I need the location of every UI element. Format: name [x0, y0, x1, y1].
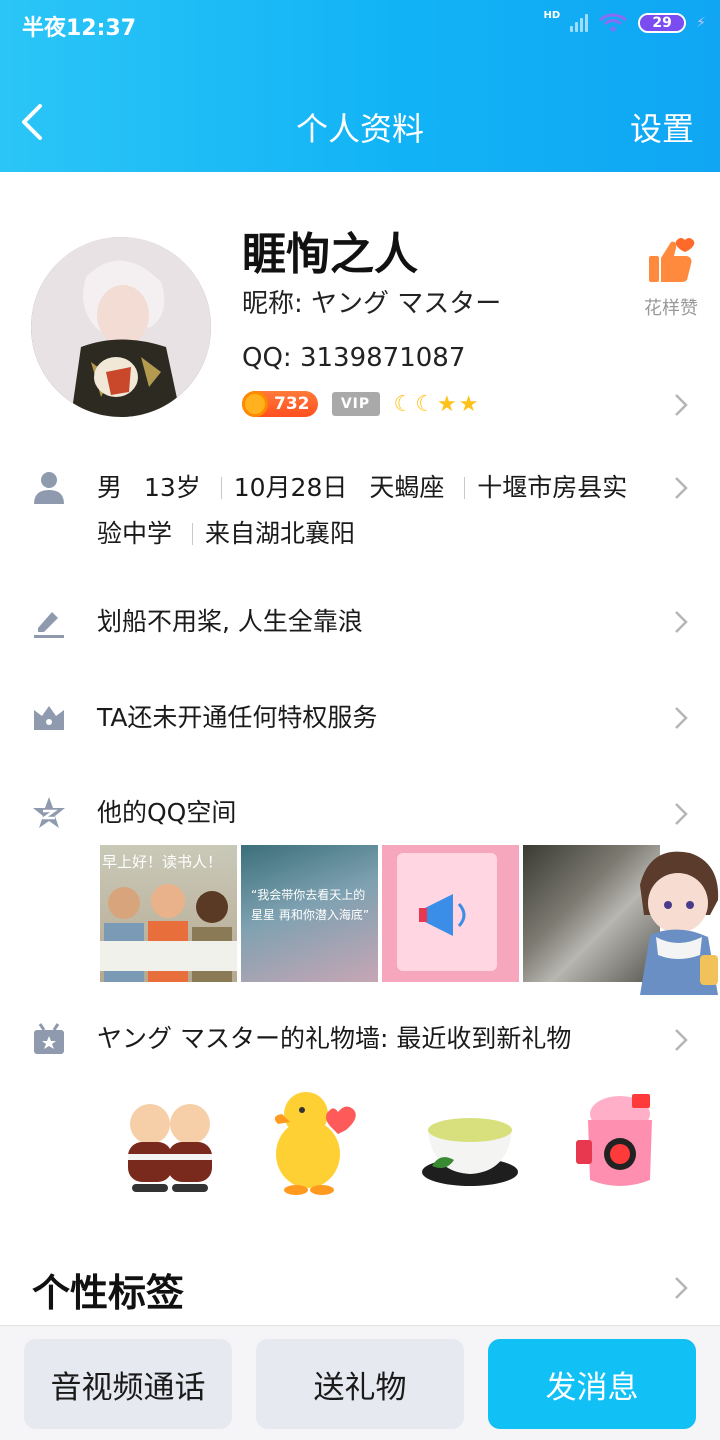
- person-icon: [34, 472, 64, 504]
- tea-cup-icon[interactable]: [410, 1080, 530, 1200]
- qzone-photo[interactable]: “我会带你去看天上的星星 再和你潜入海底”: [241, 845, 378, 982]
- profile-name: 睚恂之人: [242, 229, 418, 280]
- divider: [191, 523, 193, 545]
- divider: [220, 477, 222, 499]
- chevron-right-icon[interactable]: [674, 393, 688, 417]
- info-row[interactable]: 男 13岁 10月28日 天蝎座 十堰市房县实 验中学 来自湖北襄阳: [97, 465, 657, 557]
- charging-icon: ⚡: [696, 15, 706, 31]
- like-button[interactable]: 花样赞: [636, 236, 706, 320]
- level-icons[interactable]: ☾ ☾ ★ ★: [394, 392, 479, 417]
- chevron-right-icon[interactable]: [674, 610, 688, 634]
- profile-nickname: 昵称: ヤング マスター: [242, 289, 502, 319]
- school-part2: 验中学: [97, 519, 173, 548]
- megaphone-icon: [419, 894, 466, 936]
- battery-icon: 29: [638, 13, 687, 33]
- qzone-photo[interactable]: 早上好！读书人！: [100, 845, 237, 982]
- settings-button[interactable]: 设置: [630, 104, 694, 150]
- page-title: 个人资料: [295, 110, 424, 148]
- coin-badge[interactable]: 732: [242, 391, 318, 417]
- zodiac: 天蝎座: [369, 473, 445, 502]
- coin-count: 732: [274, 394, 310, 414]
- qzone-photos: 早上好！读书人！ “我会带你去看天上的星星 再和你潜入海底”: [100, 845, 660, 982]
- moon-icon: ☾: [415, 391, 435, 417]
- hometown: 来自湖北襄阳: [204, 519, 355, 548]
- send-gift-button[interactable]: 送礼物: [256, 1339, 464, 1429]
- moon-icon: ☾: [393, 391, 414, 417]
- battery-level: 29: [640, 15, 685, 31]
- like-label: 花样赞: [644, 298, 698, 319]
- star-icon: ★: [458, 391, 479, 417]
- status-icons: HD 29 ⚡: [543, 8, 706, 38]
- chevron-right-icon[interactable]: [674, 476, 688, 500]
- star-icon: ★: [436, 391, 457, 417]
- divider: [464, 477, 466, 499]
- gender: 男: [97, 473, 123, 502]
- birthday: 10月28日: [233, 473, 348, 502]
- header-bar: 半夜12:37 HD 29 ⚡ 个人资料 设置: [0, 0, 720, 172]
- send-message-button[interactable]: 发消息: [488, 1339, 696, 1429]
- signature[interactable]: 划船不用桨, 人生全靠浪: [97, 599, 363, 645]
- bottom-action-bar: 音视频通话 送礼物 发消息: [0, 1325, 720, 1440]
- wifi-icon: [599, 13, 628, 32]
- avatar[interactable]: [31, 237, 211, 417]
- gift-wall-label[interactable]: ヤング マスター的礼物墙: 最近收到新礼物: [97, 1016, 571, 1062]
- crown-icon: [34, 706, 64, 730]
- status-time: 半夜12:37: [22, 16, 137, 41]
- chevron-right-icon[interactable]: [674, 802, 688, 826]
- pencil-icon: [34, 612, 64, 638]
- tags-section-title: 个性标签: [32, 1271, 185, 1315]
- duck-heart-icon[interactable]: [260, 1080, 380, 1200]
- qzone-label[interactable]: 他的QQ空间: [97, 790, 236, 836]
- mascot-character-icon[interactable]: [630, 845, 720, 1005]
- privilege-status[interactable]: TA还未开通任何特权服务: [97, 695, 377, 741]
- chevron-right-icon[interactable]: [674, 706, 688, 730]
- twin-pigs-icon[interactable]: [110, 1080, 230, 1200]
- badges-row[interactable]: 732 VIP ☾ ☾ ★ ★: [242, 390, 478, 418]
- age: 13岁: [143, 473, 201, 502]
- chevron-right-icon[interactable]: [674, 1028, 688, 1052]
- gift-box-icon: [34, 1023, 64, 1054]
- profile-qq-number: QQ: 3139871087: [242, 343, 466, 373]
- vip-badge[interactable]: VIP: [331, 392, 380, 416]
- qzone-star-icon: [33, 797, 65, 828]
- photo-caption: “我会带你去看天上的星星 再和你潜入海底”: [251, 888, 370, 922]
- network-type-label: HD: [543, 9, 561, 21]
- chevron-right-icon[interactable]: [674, 1276, 688, 1300]
- signal-icon: [570, 14, 589, 32]
- video-call-button[interactable]: 音视频通话: [24, 1339, 232, 1429]
- school-part1: 十堰市房县实: [477, 473, 628, 502]
- pink-jar-icon[interactable]: [560, 1080, 680, 1200]
- qzone-photo[interactable]: [382, 845, 519, 982]
- coin-icon: [242, 391, 268, 417]
- thumbs-up-icon: [649, 238, 695, 282]
- photo-caption: 早上好！读书人！: [102, 853, 223, 871]
- gift-list: [110, 1080, 680, 1200]
